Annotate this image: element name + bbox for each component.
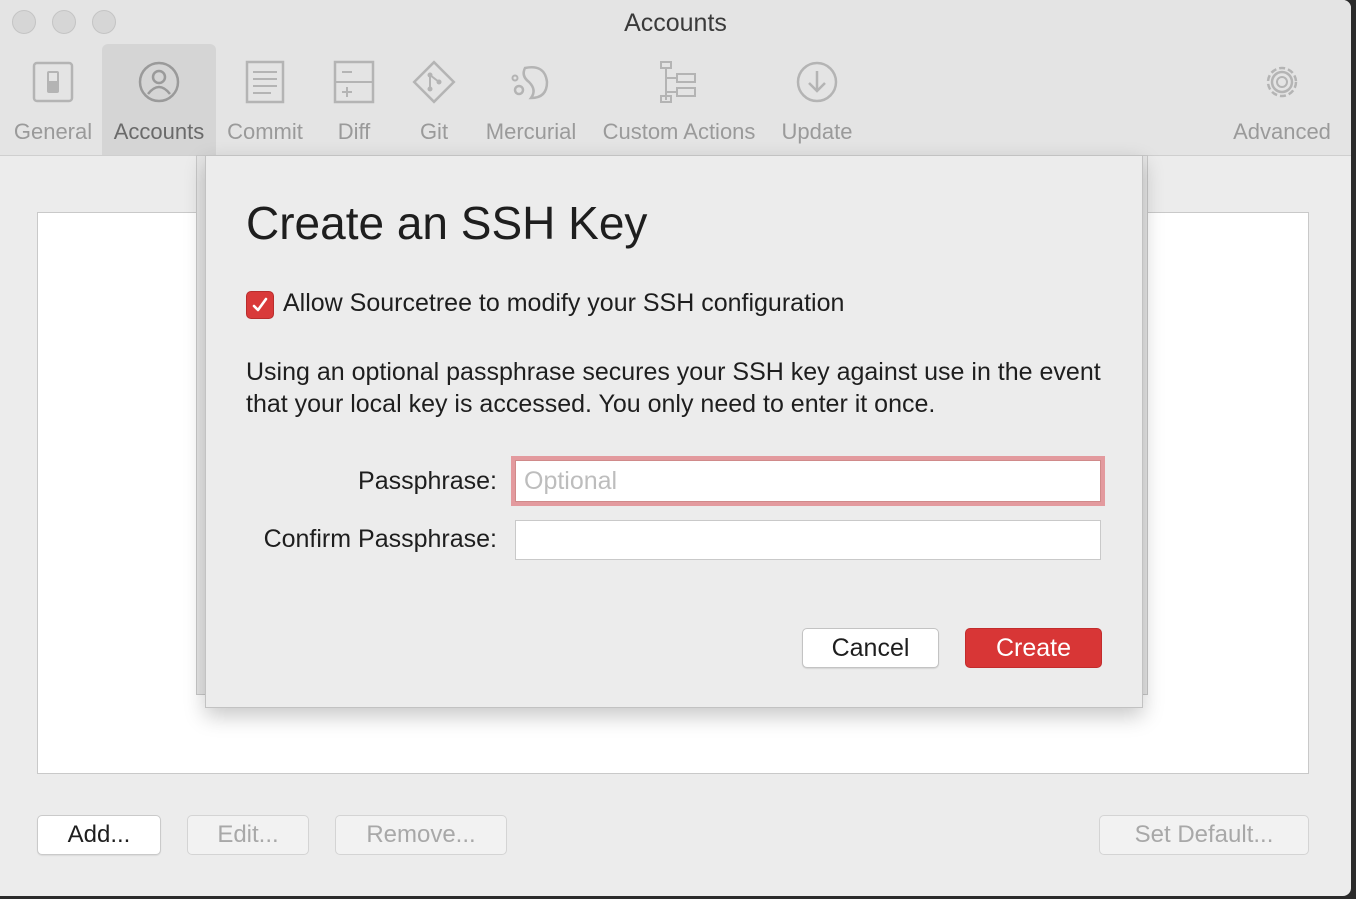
toolbar-tab-label: Git xyxy=(419,119,449,144)
confirm-passphrase-label: Confirm Passphrase: xyxy=(263,525,497,553)
custom-actions-icon xyxy=(660,61,696,103)
passphrase-input[interactable] xyxy=(515,460,1101,502)
edit-account-button[interactable]: Edit... xyxy=(187,815,309,855)
create-ssh-key-dialog: Create an SSH Key Allow Sourcetree to mo… xyxy=(205,155,1143,708)
add-account-button[interactable]: Add... xyxy=(37,815,161,855)
toolbar-tab-label: Accounts xyxy=(113,119,205,144)
dialog-title: Create an SSH Key xyxy=(246,197,648,249)
toolbar-tab-mercurial[interactable]: Mercurial xyxy=(476,44,586,155)
toolbar-tab-label: Diff xyxy=(337,119,371,144)
toolbar-tab-label: Custom Actions xyxy=(602,119,756,144)
toolbar-tab-custom-actions[interactable]: Custom Actions xyxy=(594,44,764,155)
passphrase-label: Passphrase: xyxy=(358,467,497,495)
confirm-passphrase-input[interactable] xyxy=(515,520,1101,560)
document-icon xyxy=(245,60,285,104)
titlebar-toolbar: Accounts General Accounts Commit Diff Gi… xyxy=(0,0,1351,156)
modify-ssh-config-label[interactable]: Allow Sourcetree to modify your SSH conf… xyxy=(283,289,844,318)
mercurial-icon xyxy=(511,66,549,100)
modify-ssh-config-checkbox[interactable] xyxy=(246,291,274,319)
gear-icon xyxy=(1266,66,1298,98)
switch-icon xyxy=(32,61,74,103)
window-title: Accounts xyxy=(624,9,727,37)
diff-icon xyxy=(333,60,375,104)
toolbar-tab-advanced[interactable]: Advanced xyxy=(1226,44,1338,155)
preferences-window: Accounts General Accounts Commit Diff Gi… xyxy=(0,0,1351,896)
checkmark-icon xyxy=(252,297,268,312)
toolbar-tab-label: Update xyxy=(781,119,853,144)
git-icon xyxy=(412,60,456,104)
toolbar-tab-accounts[interactable]: Accounts xyxy=(102,44,216,155)
toolbar-tab-update[interactable]: Update xyxy=(772,44,862,155)
person-icon xyxy=(138,61,180,103)
toolbar-tab-general[interactable]: General xyxy=(4,44,102,155)
set-default-button[interactable]: Set Default... xyxy=(1099,815,1309,855)
toolbar-tab-diff[interactable]: Diff xyxy=(314,44,394,155)
cancel-button[interactable]: Cancel xyxy=(802,628,939,668)
create-button[interactable]: Create xyxy=(965,628,1102,668)
toolbar-tab-git[interactable]: Git xyxy=(396,44,472,155)
toolbar-tab-label: Mercurial xyxy=(485,119,577,144)
remove-account-button[interactable]: Remove... xyxy=(335,815,507,855)
toolbar-tab-commit[interactable]: Commit xyxy=(218,44,312,155)
toolbar-tab-label: Advanced xyxy=(1233,119,1331,144)
toolbar-tab-label: Commit xyxy=(227,119,303,144)
passphrase-description: Using an optional passphrase secures you… xyxy=(246,358,1101,418)
download-icon xyxy=(796,61,838,103)
toolbar-tab-label: General xyxy=(13,119,93,144)
